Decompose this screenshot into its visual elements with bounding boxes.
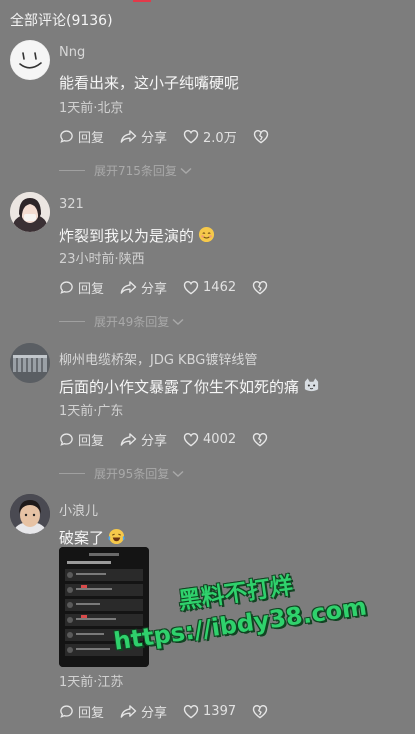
- reply-icon: [60, 432, 73, 446]
- girl-avatar-icon: [10, 192, 50, 232]
- comment-text: 破案了: [59, 527, 125, 548]
- smiley-avatar-icon: [11, 41, 49, 79]
- username[interactable]: Nng: [59, 45, 85, 60]
- expand-replies[interactable]: 展开95条回复: [59, 465, 184, 482]
- comment-actions: 回复 分享 1462: [59, 277, 288, 297]
- avatar[interactable]: [10, 494, 50, 534]
- comment-text: 炸裂到我以为是演的: [59, 225, 215, 246]
- share-label: 分享: [141, 130, 168, 146]
- reply-icon: [60, 704, 73, 718]
- boy-avatar-icon: [10, 494, 50, 534]
- comments-count-title: 全部评论(9136): [10, 13, 113, 29]
- reply-icon: [60, 129, 73, 143]
- comment-actions: 回复 分享 4002: [59, 429, 288, 449]
- dislike-button[interactable]: [252, 280, 272, 295]
- like-count: 1462: [203, 279, 237, 295]
- share-label: 分享: [141, 281, 168, 297]
- reply-label: 回复: [78, 433, 105, 449]
- avatar[interactable]: [10, 343, 50, 383]
- avatar[interactable]: [10, 40, 50, 80]
- dislike-button[interactable]: [252, 704, 272, 719]
- avatar[interactable]: [10, 192, 50, 232]
- active-tab-indicator: [133, 0, 151, 2]
- share-button[interactable]: 分享: [120, 278, 167, 297]
- dislike-button[interactable]: [252, 432, 272, 447]
- chevron-down-icon: [180, 167, 192, 174]
- reply-label: 回复: [78, 705, 105, 721]
- comment-text-content: 破案了: [59, 529, 105, 547]
- expand-replies-label: 展开95条回复: [94, 467, 170, 481]
- username[interactable]: 小浪儿: [59, 500, 98, 519]
- share-label: 分享: [141, 705, 168, 721]
- expand-replies[interactable]: 展开715条回复: [59, 162, 192, 179]
- comment-actions: 回复 分享 2.0万: [59, 126, 289, 146]
- comment-text-content: 炸裂到我以为是演的: [59, 227, 195, 245]
- share-icon: [120, 280, 137, 294]
- comment-actions: 回复 分享 1397: [59, 701, 288, 721]
- comment-meta: 1天前·广东: [59, 404, 124, 419]
- share-button[interactable]: 分享: [120, 702, 167, 721]
- chevron-down-icon: [172, 470, 184, 477]
- blush-emoji-icon: [198, 226, 215, 243]
- cable-tray-avatar-icon: [10, 343, 50, 383]
- heart-icon: [183, 704, 199, 718]
- broken-heart-icon: [253, 129, 268, 143]
- heart-icon: [183, 280, 199, 294]
- broken-heart-icon: [252, 432, 268, 446]
- broken-heart-icon: [252, 280, 268, 294]
- expand-replies-label: 展开49条回复: [94, 315, 170, 329]
- broken-heart-icon: [252, 704, 268, 718]
- comment-meta: 1天前·北京: [59, 101, 124, 116]
- like-button[interactable]: 1397: [183, 704, 236, 719]
- expand-replies-label: 展开715条回复: [94, 164, 177, 178]
- comment-text-content: 后面的小作文暴露了你生不如死的痛: [59, 378, 300, 396]
- username[interactable]: 柳州电缆桥架，JDG KBG镀锌线管: [59, 349, 257, 368]
- cat-emoji-icon: [304, 378, 319, 392]
- username[interactable]: 321: [59, 197, 84, 212]
- share-button[interactable]: 分享: [120, 127, 167, 146]
- reply-button[interactable]: 回复: [59, 127, 104, 146]
- like-count: 4002: [203, 431, 237, 447]
- laugh-cry-emoji-icon: [108, 528, 125, 545]
- reply-button[interactable]: 回复: [59, 702, 104, 721]
- like-count: 2.0万: [203, 130, 237, 146]
- expand-replies[interactable]: 展开49条回复: [59, 313, 184, 330]
- share-button[interactable]: 分享: [120, 430, 167, 449]
- like-button[interactable]: 4002: [183, 432, 236, 447]
- reply-button[interactable]: 回复: [59, 430, 104, 449]
- heart-icon: [183, 432, 199, 446]
- comment-meta: 23小时前·陕西: [59, 252, 145, 267]
- divider-line: [59, 170, 85, 171]
- share-icon: [120, 129, 137, 143]
- like-button[interactable]: 2.0万: [183, 127, 237, 146]
- comment-text: 后面的小作文暴露了你生不如死的痛: [59, 376, 320, 397]
- reply-label: 回复: [78, 130, 105, 146]
- reply-icon: [60, 280, 73, 294]
- heart-icon: [183, 129, 199, 143]
- share-label: 分享: [141, 433, 168, 449]
- reply-button[interactable]: 回复: [59, 278, 104, 297]
- chevron-down-icon: [172, 318, 184, 325]
- divider-line: [59, 321, 85, 322]
- dislike-button[interactable]: [253, 129, 273, 144]
- comment-meta: 1天前·江苏: [59, 675, 124, 690]
- divider-line: [59, 473, 85, 474]
- like-count: 1397: [203, 703, 237, 719]
- share-icon: [120, 704, 137, 718]
- comment-text: 能看出来，这小子纯嘴硬呢: [59, 74, 240, 92]
- share-icon: [120, 432, 137, 446]
- reply-label: 回复: [78, 281, 105, 297]
- like-button[interactable]: 1462: [183, 280, 236, 295]
